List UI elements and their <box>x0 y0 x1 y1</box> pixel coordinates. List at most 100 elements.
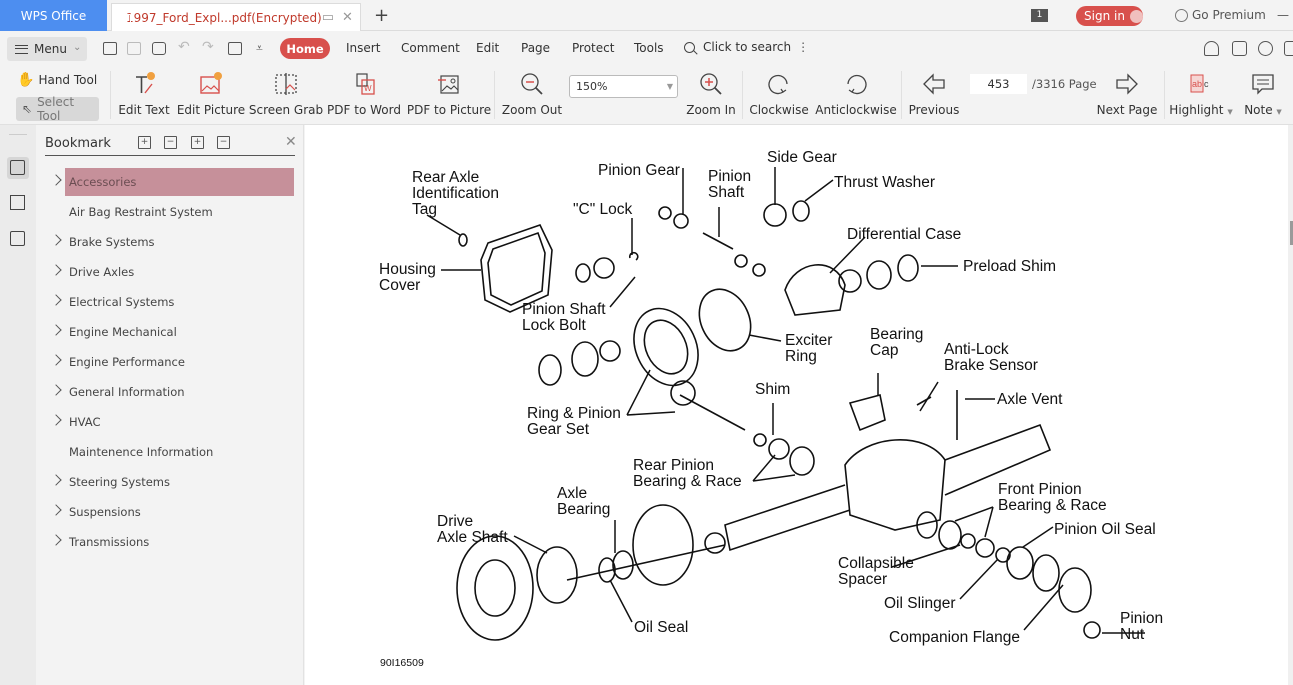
bookmark-item[interactable]: Drive Axles <box>36 258 304 288</box>
chevron-right-icon[interactable] <box>50 474 62 486</box>
more-icon[interactable] <box>1284 41 1293 56</box>
chevron-right-icon[interactable] <box>50 354 62 366</box>
bookmark-item[interactable]: Suspensions <box>36 498 304 528</box>
minimize-button[interactable]: — <box>1277 8 1289 22</box>
hand-tool-button[interactable]: ✋ Hand Tool <box>17 72 97 88</box>
settings-icon[interactable] <box>1258 41 1273 56</box>
preload-shim-part <box>897 254 919 282</box>
document-tab[interactable]: 1997_Ford_Expl...pdf(Encrypted) ▭ ✕ <box>111 3 361 31</box>
window-mode-icon[interactable]: ▭ <box>322 10 334 25</box>
pdf-to-picture-button[interactable]: PDF to Picture <box>407 65 491 123</box>
chevron-right-icon[interactable] <box>50 294 62 306</box>
new-tab-button[interactable]: + <box>374 5 389 26</box>
edit-text-button[interactable]: Edit Text <box>118 65 170 123</box>
go-premium-label: Go Premium <box>1192 8 1266 22</box>
wps-office-tab[interactable]: WPS Office <box>0 0 107 31</box>
select-tool-button[interactable]: ⇖ Select Tool <box>16 95 99 123</box>
tab-insert[interactable]: Insert <box>346 41 380 55</box>
bookmark-panel-toggle[interactable] <box>7 157 29 179</box>
tab-tools[interactable]: Tools <box>634 41 664 55</box>
more-options-icon[interactable]: ⋮ <box>797 40 809 54</box>
bookmark-item[interactable]: Engine Performance <box>36 348 304 378</box>
bookmark-item[interactable]: Engine Mechanical <box>36 318 304 348</box>
thumbnail-panel-toggle[interactable] <box>8 193 28 213</box>
edit-picture-button[interactable]: Edit Picture <box>177 65 245 123</box>
rotate-anticlockwise-button[interactable]: Anticlockwise <box>815 65 897 123</box>
note-button[interactable]: Note ▼ <box>1240 65 1286 123</box>
window-count-badge[interactable]: 1 <box>1031 9 1048 22</box>
zoom-in-button[interactable]: Zoom In <box>685 65 737 123</box>
tab-home[interactable]: Home <box>280 38 330 59</box>
next-page-button[interactable]: Next Page <box>1097 65 1157 123</box>
chevron-right-icon[interactable] <box>50 384 62 396</box>
label-line: Axle Shaft <box>437 529 508 546</box>
zoom-level-select[interactable]: 150% ▼ <box>569 75 678 98</box>
close-tab-icon[interactable]: ✕ <box>342 10 353 25</box>
bookmark-item[interactable]: Brake Systems <box>36 228 304 258</box>
tab-comment[interactable]: Comment <box>401 41 460 55</box>
note-label: Note ▼ <box>1244 103 1282 117</box>
close-panel-icon[interactable]: ✕ <box>285 134 297 150</box>
rotate-clockwise-button[interactable]: Clockwise <box>749 65 809 123</box>
chevron-right-icon[interactable] <box>50 414 62 426</box>
go-premium-button[interactable]: Go Premium <box>1175 8 1266 22</box>
bookmark-item-label: Engine Mechanical <box>69 325 177 339</box>
divider <box>742 71 743 119</box>
pdf-to-word-button[interactable]: W PDF to Word <box>327 65 401 123</box>
document-viewport[interactable]: Rear Axle Identification Tag Housing Cover "C… <box>305 125 1293 685</box>
chevron-right-icon[interactable] <box>50 174 62 186</box>
bookmark-item[interactable]: HVAC <box>36 408 304 438</box>
chevron-right-icon[interactable] <box>50 504 62 516</box>
expand-all-icon[interactable]: + <box>138 136 151 149</box>
bearing-part <box>571 341 599 377</box>
customize-icon[interactable]: ⩡ <box>256 41 263 56</box>
tool-ribbon: ✋ Hand Tool ⇖ Select Tool Edit Text Edit… <box>0 65 1293 125</box>
bookmark-item[interactable]: General Information <box>36 378 304 408</box>
label-line: "C" Lock <box>573 201 632 218</box>
screen-grab-button[interactable]: Screen Grab <box>249 65 323 123</box>
chevron-right-icon[interactable] <box>50 234 62 246</box>
share-icon[interactable] <box>1232 41 1247 56</box>
print-icon[interactable] <box>152 42 166 55</box>
bookmark-item[interactable]: Air Bag Restraint System <box>36 198 304 228</box>
tab-protect[interactable]: Protect <box>572 41 614 55</box>
highlight-button[interactable]: ab c Highlight ▼ <box>1169 65 1233 123</box>
c-lock-part <box>628 251 639 261</box>
page-number-input[interactable]: 453 <box>970 74 1027 94</box>
bookmark-item-label: Drive Axles <box>69 265 135 279</box>
search-box[interactable]: Click to search ⋮ <box>684 40 809 54</box>
chevron-right-icon[interactable] <box>50 534 62 546</box>
collapse-all-icon[interactable]: − <box>164 136 177 149</box>
save-icon[interactable] <box>127 42 141 55</box>
chevron-right-icon[interactable] <box>50 324 62 336</box>
bookmark-item[interactable]: Electrical Systems <box>36 288 304 318</box>
zoom-out-button[interactable]: Zoom Out <box>501 65 563 123</box>
sign-in-button[interactable]: Sign in <box>1076 6 1143 26</box>
zoom-out-label: Zoom Out <box>501 103 563 117</box>
label-line: Oil Slinger <box>884 595 956 612</box>
wps-office-label: WPS Office <box>20 8 87 23</box>
add-user-icon[interactable] <box>1204 41 1219 56</box>
label-front-pinion-bearing: Front Pinion Bearing & Race <box>998 481 1107 514</box>
chevron-right-icon[interactable] <box>50 264 62 276</box>
open-folder-icon[interactable] <box>103 42 117 55</box>
vertical-scrollbar[interactable] <box>1288 125 1293 685</box>
attachment-panel-toggle[interactable] <box>8 229 28 249</box>
export-icon[interactable] <box>228 42 242 55</box>
label-line: Anti-Lock <box>944 341 1009 358</box>
add-bookmark-icon[interactable]: + <box>191 136 204 149</box>
bookmark-item[interactable]: Maintenence Information <box>36 438 304 468</box>
tab-edit[interactable]: Edit <box>476 41 499 55</box>
bookmark-item[interactable]: Transmissions <box>36 528 304 558</box>
bookmark-item[interactable]: Steering Systems <box>36 468 304 498</box>
bookmark-item-label: Brake Systems <box>69 235 155 249</box>
bookmark-item[interactable]: Accessories <box>36 168 304 198</box>
chevron-down-icon[interactable]: ⌄ <box>73 42 81 53</box>
washer-part <box>575 263 591 283</box>
redo-icon[interactable]: ↷ <box>202 39 214 55</box>
tab-page[interactable]: Page <box>521 41 550 55</box>
label-line: Shaft <box>708 184 745 201</box>
undo-icon[interactable]: ↶ <box>178 39 190 55</box>
previous-page-button[interactable]: Previous <box>908 65 960 123</box>
delete-bookmark-icon[interactable]: − <box>217 136 230 149</box>
